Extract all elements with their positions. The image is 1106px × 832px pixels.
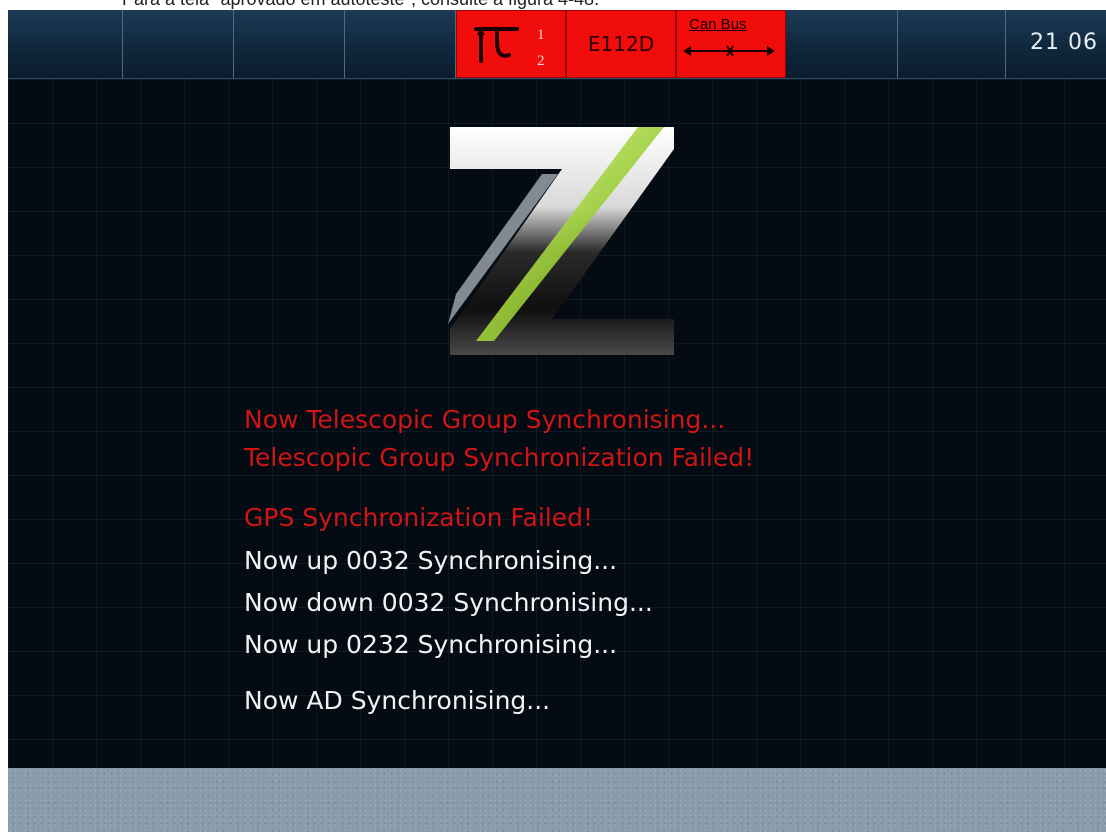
document-caption: Para a tela "aprovado em autoteste", con…	[0, 0, 1106, 10]
down-0032-sync-message: Now down 0032 Synchronising...	[244, 588, 653, 617]
status-slot-9	[898, 10, 1006, 78]
status-slot-4	[345, 10, 456, 78]
gps-failed-message: GPS Synchronization Failed!	[244, 503, 594, 532]
error-code-label: E112D	[587, 32, 655, 56]
sync-status-panel: Now Telescopic Group Synchronising... Te…	[8, 79, 1106, 768]
indicator-bottom-number: 2	[537, 53, 545, 69]
canbus-double-arrow-icon	[683, 45, 775, 57]
status-slot-3	[234, 10, 345, 78]
telescopic-failed-message: Telescopic Group Synchronization Failed!	[244, 443, 755, 472]
canbus-alarm-indicator[interactable]: Can Bus	[676, 10, 786, 78]
up-0032-sync-message: Now up 0032 Synchronising...	[244, 546, 618, 575]
status-slot-8	[786, 10, 898, 78]
telescopic-sync-message: Now Telescopic Group Synchronising...	[244, 405, 726, 434]
telescopic-alarm-indicator[interactable]: 1 2	[456, 10, 566, 78]
caption-text: Para a tela "aprovado em autoteste", con…	[122, 0, 599, 10]
z-logo-icon	[448, 127, 674, 355]
clock-time: 21 06	[1030, 30, 1098, 55]
up-0232-sync-message: Now up 0232 Synchronising...	[244, 630, 618, 659]
status-slot-1	[8, 10, 123, 78]
error-code-indicator[interactable]: E112D	[566, 10, 676, 78]
crane-telescope-icon: 1 2	[474, 27, 545, 69]
clock-cell: 21 06	[1006, 10, 1106, 78]
ad-sync-message: Now AD Synchronising...	[244, 686, 551, 715]
crane-display-screen: 1 2 E112D Can Bus 21 06 Now Telescopic G…	[8, 10, 1106, 832]
status-bar: 1 2 E112D Can Bus 21 06	[8, 10, 1106, 79]
indicator-top-number: 1	[537, 27, 545, 43]
status-slot-2	[123, 10, 234, 78]
function-key-bar	[8, 768, 1106, 832]
